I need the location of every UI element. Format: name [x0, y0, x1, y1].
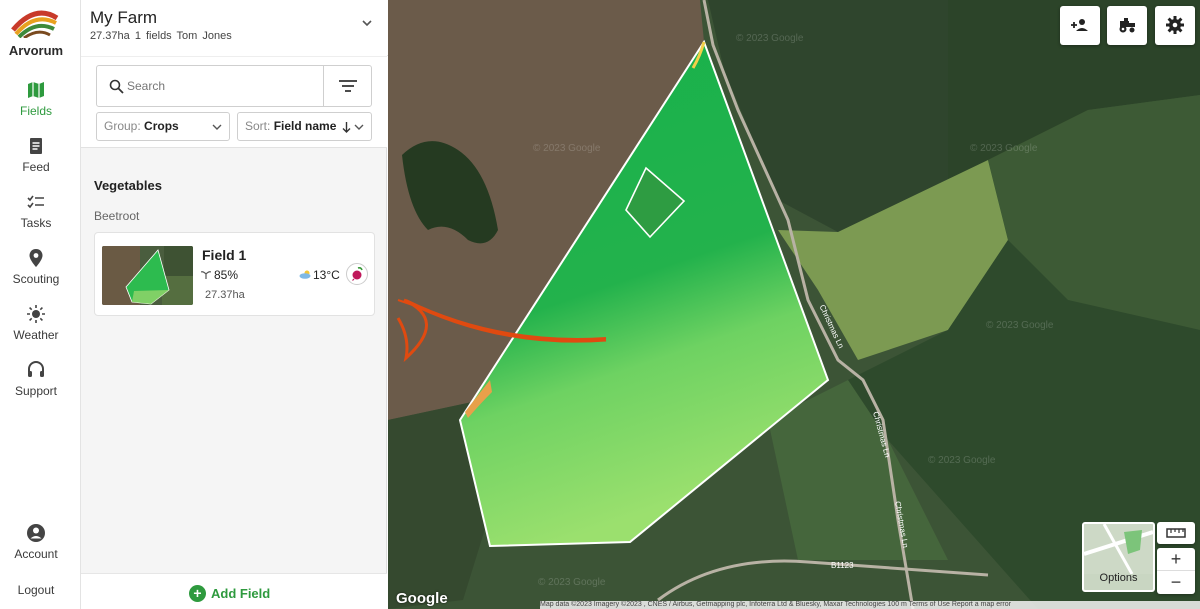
nav-account-label: Account: [14, 547, 58, 561]
nav-fields-label: Fields: [19, 104, 52, 118]
google-logo: Google: [396, 590, 448, 607]
nav-tasks-label: Tasks: [20, 216, 52, 230]
headset-icon: [28, 361, 44, 377]
settings-button[interactable]: [1155, 6, 1195, 45]
group-heading: Vegetables: [94, 178, 162, 193]
add-field-label: Add Field: [211, 586, 271, 601]
nav-account[interactable]: Account: [0, 523, 72, 561]
group-select-value: Crops: [144, 119, 179, 133]
field-temperature: 13°C: [313, 268, 340, 282]
map-attribution[interactable]: Map data ©2023 Imagery ©2023 , CNES / Ai…: [540, 601, 1200, 609]
map-zoom-controls: + −: [1157, 522, 1195, 594]
field-weather: 13°C: [299, 268, 340, 282]
sort-select-value: Field name: [273, 119, 337, 133]
sort-direction-icon: [342, 122, 351, 133]
cloud-sun-icon: [299, 270, 311, 279]
map-watermark: © 2023 Google: [928, 455, 996, 466]
filter-button[interactable]: [323, 66, 372, 106]
search-placeholder: Search: [127, 79, 166, 93]
farm-meta: 27.37ha 1 fields Tom Jones: [90, 30, 232, 42]
nav-tasks[interactable]: Tasks: [0, 192, 72, 230]
nav-fields[interactable]: Fields: [0, 80, 72, 118]
tractor-icon: [1119, 18, 1135, 33]
side-nav: Arvorum Fields Feed Tasks Scouting Weath…: [0, 0, 81, 609]
field-thumbnail: [102, 246, 193, 305]
field-name: Field 1: [202, 247, 247, 263]
map-options-button[interactable]: Options: [1082, 522, 1155, 592]
satellite-map[interactable]: © 2023 Google © 2023 Google © 2023 Googl…: [388, 0, 1200, 609]
list-tools: Search Group: Crops Sort: Field name: [81, 56, 387, 148]
farm-name: My Farm: [90, 8, 158, 27]
sprout-icon: [200, 271, 212, 279]
arvorum-logo[interactable]: [10, 8, 60, 38]
map-options-label: Options: [1099, 572, 1138, 584]
zoom-box: + −: [1157, 548, 1195, 594]
measure-button[interactable]: [1157, 522, 1195, 544]
field-health: 85%: [200, 268, 239, 282]
nav-feed[interactable]: Feed: [0, 136, 72, 174]
filter-icon: [339, 80, 357, 92]
nav-support[interactable]: Support: [0, 360, 72, 398]
plus-icon: +: [189, 585, 206, 602]
field-card[interactable]: Field 1 85% 13°C 27.37ha: [94, 232, 375, 316]
zoom-out-button[interactable]: −: [1157, 571, 1195, 594]
map-watermark: © 2023 Google: [970, 143, 1038, 154]
app-root: Arvorum Fields Feed Tasks Scouting Weath…: [0, 0, 1200, 609]
gear-icon: [1166, 16, 1184, 34]
share-farm-button[interactable]: [1060, 6, 1100, 45]
location-pin-icon: [29, 249, 43, 267]
nav-scouting-label: Scouting: [12, 272, 60, 286]
map-watermark: © 2023 Google: [538, 577, 606, 588]
nav-support-label: Support: [14, 384, 58, 398]
chevron-down-icon: [212, 124, 222, 130]
document-icon: [30, 138, 42, 154]
group-select-label: Group:: [104, 119, 141, 133]
brand-name: Arvorum: [8, 43, 64, 58]
add-field-bar: + Add Field: [81, 573, 387, 609]
ruler-icon: [1166, 528, 1186, 538]
add-user-icon: [1071, 19, 1088, 31]
fields-panel: My Farm 27.37ha 1 fields Tom Jones Searc…: [81, 0, 387, 609]
search-icon: [109, 79, 124, 94]
map-layers-icon: [1084, 524, 1153, 574]
field-area: 27.37ha: [205, 289, 245, 301]
annotation-arrow: [396, 298, 607, 363]
chevron-down-icon: [354, 124, 364, 130]
group-select[interactable]: Group: Crops: [96, 112, 230, 141]
map-icon: [28, 82, 44, 98]
beetroot-icon: [352, 267, 363, 281]
add-field-button[interactable]: + Add Field: [189, 585, 270, 603]
zoom-in-button[interactable]: +: [1157, 548, 1195, 571]
nav-scouting[interactable]: Scouting: [0, 248, 72, 286]
crop-heading: Beetroot: [94, 209, 140, 223]
map-watermark: © 2023 Google: [986, 320, 1054, 331]
sort-select[interactable]: Sort: Field name: [237, 112, 372, 141]
search-input[interactable]: Search: [96, 65, 372, 107]
map-watermark: © 2023 Google: [736, 33, 804, 44]
sort-select-label: Sort:: [245, 119, 271, 133]
account-icon: [27, 524, 45, 542]
chevron-down-icon[interactable]: [361, 17, 373, 29]
nav-weather[interactable]: Weather: [0, 304, 72, 342]
map-watermark: © 2023 Google: [533, 143, 601, 154]
logout-link[interactable]: Logout: [0, 583, 72, 597]
farm-field-count: 1 fields: [134, 30, 172, 42]
farm-selector[interactable]: My Farm 27.37ha 1 fields Tom Jones: [81, 0, 387, 56]
nav-weather-label: Weather: [13, 328, 59, 342]
crop-badge: [346, 263, 368, 285]
nav-feed-label: Feed: [22, 160, 50, 174]
farm-owner: Tom Jones: [176, 30, 232, 42]
field-health-value: 85%: [214, 268, 239, 282]
farm-area: 27.37ha: [90, 30, 130, 42]
machinery-button[interactable]: [1107, 6, 1147, 45]
sun-icon: [27, 305, 45, 323]
road-label: B1123: [831, 561, 854, 570]
checklist-icon: [27, 195, 44, 209]
